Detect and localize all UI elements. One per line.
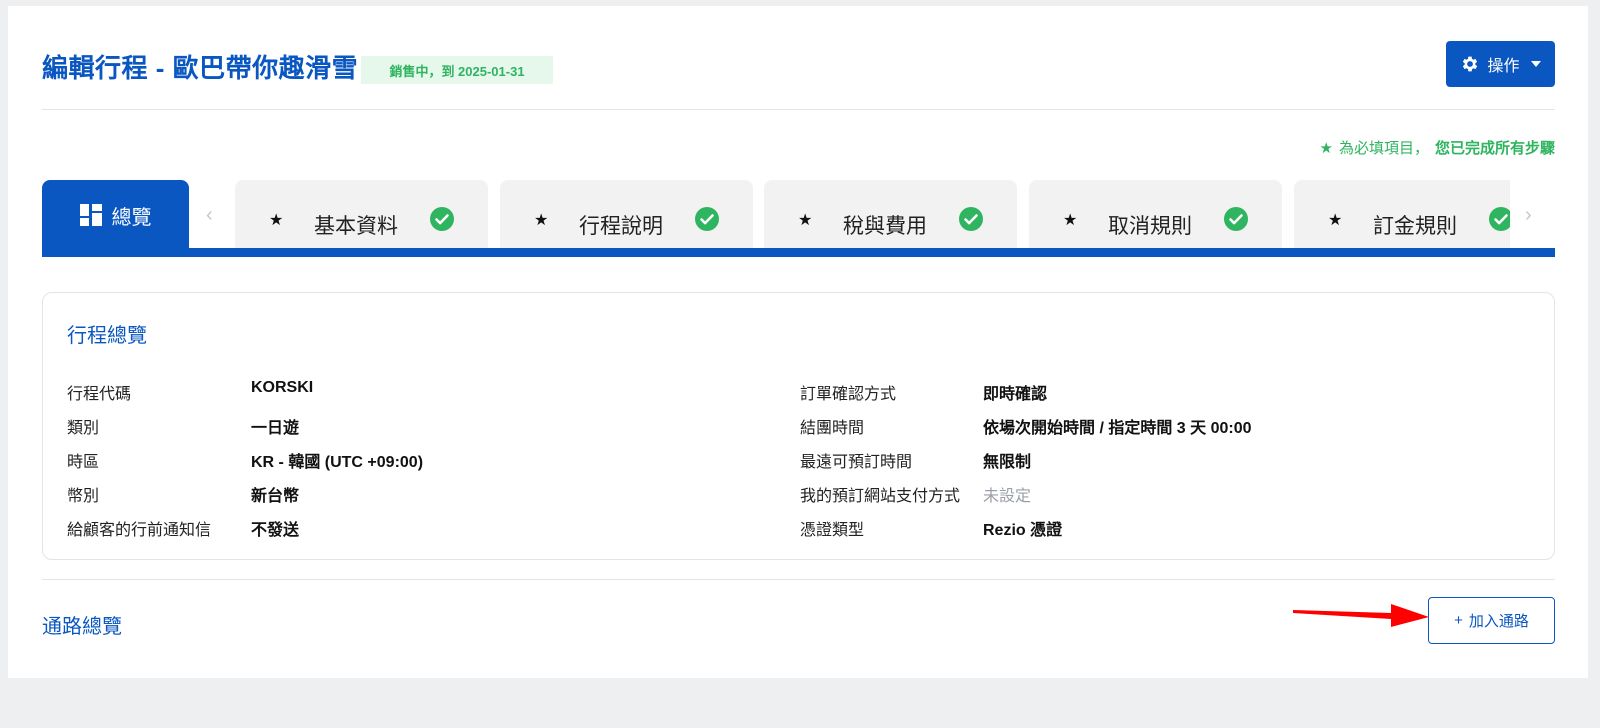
actions-dropdown-button[interactable]: 操作 — [1446, 41, 1555, 87]
overview-title: 行程總覽 — [67, 325, 147, 347]
check-circle-icon — [959, 207, 983, 231]
required-note: ★ 為必填項目， 您已完成所有步驟 — [1320, 137, 1555, 158]
tab-taxes-fees[interactable]: ★ 稅與費用 — [764, 180, 1017, 248]
page-title: 編輯行程 - 歐巴帶你趣滑雪 — [42, 53, 359, 83]
required-note-text: 為必填項目， — [1338, 140, 1429, 157]
tab-label: 基本資料 — [314, 215, 398, 238]
completion-text: 您已完成所有步驟 — [1434, 140, 1555, 157]
field-label: 結團時間 — [800, 420, 865, 437]
channels-title: 通路總覽 — [42, 616, 122, 638]
caret-down-icon — [1530, 61, 1541, 67]
field-label: 我的預訂網站支付方式 — [800, 488, 961, 505]
dashboard-icon — [79, 204, 102, 226]
field-value: 無限制 — [983, 454, 1032, 471]
annotation-arrow-icon — [1293, 604, 1429, 627]
field-label: 最遠可預訂時間 — [800, 454, 913, 471]
tab-overview[interactable]: 總覽 — [42, 180, 189, 250]
field-value: 依場次開始時間 / 指定時間 3 天 00:00 — [983, 420, 1252, 437]
tab-cancellation-rules[interactable]: ★ 取消規則 — [1029, 180, 1282, 248]
tabs-underline — [42, 248, 1555, 257]
field-value: 未設定 — [983, 488, 1032, 505]
tab-overview-label: 總覽 — [111, 206, 152, 229]
plus-icon: + — [1454, 612, 1463, 629]
tab-label: 稅與費用 — [843, 215, 927, 238]
field-label: 憑證類型 — [800, 522, 865, 539]
tab-label: 訂金規則 — [1373, 215, 1457, 238]
field-label: 幣別 — [67, 488, 100, 505]
field-value: Rezio 憑證 — [983, 522, 1063, 539]
field-value: KR - 韓國 (UTC +09:00) — [251, 454, 424, 471]
field-value: KORSKI — [251, 379, 314, 396]
add-channel-label: 加入通路 — [1468, 613, 1529, 630]
check-circle-icon — [695, 207, 719, 231]
gear-icon — [1463, 56, 1478, 72]
field-value: 即時確認 — [983, 386, 1048, 403]
field-value: 新台幣 — [251, 488, 300, 505]
section-divider — [42, 579, 1555, 580]
star-icon: ★ — [1328, 212, 1343, 229]
header-divider — [42, 109, 1555, 110]
overview-card: 行程總覽 行程代碼 KORSKI 類別 一日遊 時區 KR - 韓國 (UTC … — [42, 292, 1555, 560]
tab-basic-info[interactable]: ★ 基本資料 — [235, 180, 488, 248]
field-label: 類別 — [67, 420, 100, 437]
status-badge: 銷售中，到 2025-01-31 — [361, 56, 553, 84]
check-circle-icon — [1489, 207, 1510, 231]
field-value: 不發送 — [251, 522, 300, 539]
field-label: 行程代碼 — [67, 386, 132, 403]
tab-label: 取消規則 — [1108, 215, 1192, 238]
required-star-icon: ★ — [1319, 139, 1333, 157]
field-label: 訂單確認方式 — [800, 386, 897, 403]
tab-deposit-rules[interactable]: ★ 訂金規則 — [1294, 180, 1510, 248]
check-circle-icon — [1224, 207, 1248, 231]
field-label: 時區 — [67, 454, 100, 471]
chevron-left-icon[interactable]: ‹ — [206, 204, 213, 227]
tab-strip: ★ 基本資料 ★ 行程說明 ★ 稅與費用 ★ 取消規則 ★ 訂金規則 — [235, 180, 1510, 248]
actions-label: 操作 — [1487, 58, 1520, 75]
tab-label: 行程說明 — [579, 215, 663, 238]
chevron-right-icon[interactable]: › — [1525, 204, 1532, 227]
field-label: 給顧客的行前通知信 — [67, 522, 212, 539]
add-channel-button[interactable]: + 加入通路 — [1428, 597, 1555, 644]
star-icon: ★ — [1063, 212, 1078, 229]
tab-itinerary-description[interactable]: ★ 行程說明 — [500, 180, 753, 248]
check-circle-icon — [430, 207, 454, 231]
star-icon: ★ — [798, 212, 813, 229]
field-value: 一日遊 — [251, 420, 300, 437]
star-icon: ★ — [534, 212, 549, 229]
star-icon: ★ — [269, 212, 284, 229]
